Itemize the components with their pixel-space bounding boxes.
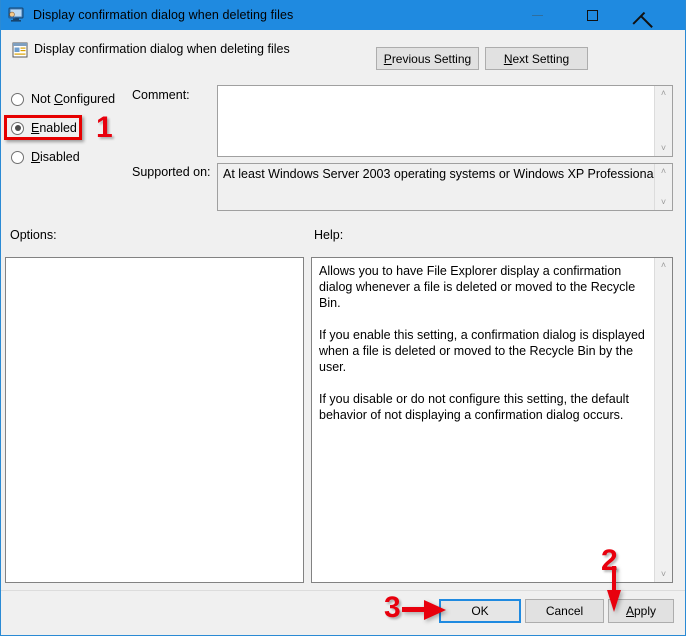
options-panel[interactable]: [5, 257, 304, 583]
maximize-button[interactable]: [570, 0, 615, 30]
setting-title: Display confirmation dialog when deletin…: [34, 42, 290, 56]
group-policy-setting-dialog: Display confirmation dialog when deletin…: [0, 0, 686, 636]
help-text: Allows you to have File Explorer display…: [319, 264, 645, 422]
comment-label: Comment:: [132, 88, 190, 102]
radio-disabled[interactable]: Disabled: [11, 148, 80, 166]
window-title: Display confirmation dialog when deletin…: [33, 8, 294, 22]
annotation-step-1: 1: [96, 111, 113, 144]
previous-setting-button[interactable]: Previous Setting: [376, 47, 479, 70]
close-button[interactable]: [625, 0, 670, 30]
annotation-arrow-to-apply: [607, 566, 621, 612]
close-icon: [641, 9, 654, 22]
supported-on-scrollbar[interactable]: ˄ ˅: [654, 164, 672, 210]
policy-setting-icon: [11, 41, 29, 59]
help-label: Help:: [314, 228, 344, 242]
apply-accel: A: [625, 604, 634, 618]
computer-user-icon: [7, 6, 25, 24]
comment-value[interactable]: [218, 86, 654, 156]
radio-not-configured[interactable]: Not Configured: [11, 90, 115, 108]
scroll-down-icon[interactable]: ˅: [655, 567, 672, 582]
apply-label-rest: pply: [634, 604, 657, 618]
bottom-separator: [1, 590, 685, 591]
radio-disabled-indicator: [11, 150, 24, 164]
help-scrollbar[interactable]: ˄ ˅: [654, 258, 672, 582]
title-bar: Display confirmation dialog when deletin…: [1, 0, 685, 30]
next-setting-button[interactable]: Next Setting: [485, 47, 588, 70]
comment-scrollbar[interactable]: ˄ ˅: [654, 86, 672, 156]
annotation-arrow-to-ok: [402, 600, 446, 620]
radio-disabled-label: Disabled: [31, 150, 80, 164]
options-label: Options:: [10, 228, 57, 242]
scroll-up-icon[interactable]: ˄: [655, 86, 672, 101]
next-setting-label-rest: ext Setting: [512, 51, 570, 66]
help-panel: Allows you to have File Explorer display…: [311, 257, 673, 583]
scroll-up-icon[interactable]: ˄: [655, 164, 672, 179]
minimize-icon: [532, 14, 543, 16]
scroll-up-icon[interactable]: ˄: [655, 258, 672, 273]
scroll-down-icon[interactable]: ˅: [655, 195, 672, 210]
radio-not-configured-label: Not Configured: [31, 92, 116, 106]
previous-setting-accel: P: [383, 51, 392, 66]
annotation-step-3: 3: [384, 591, 401, 624]
minimize-button[interactable]: [515, 0, 560, 30]
enabled-highlight-box: [4, 115, 82, 140]
radio-not-configured-indicator: [11, 92, 24, 106]
comment-textbox[interactable]: ˄ ˅: [217, 85, 673, 157]
maximize-icon: [587, 9, 598, 21]
supported-on-textbox: At least Windows Server 2003 operating s…: [217, 163, 673, 211]
supported-on-value: At least Windows Server 2003 operating s…: [223, 167, 654, 181]
cancel-button[interactable]: Cancel: [525, 599, 604, 623]
ok-button[interactable]: OK: [439, 599, 521, 623]
previous-setting-label-rest: revious Setting: [391, 51, 472, 66]
supported-on-label: Supported on:: [132, 165, 211, 179]
scroll-down-icon[interactable]: ˅: [655, 141, 672, 156]
